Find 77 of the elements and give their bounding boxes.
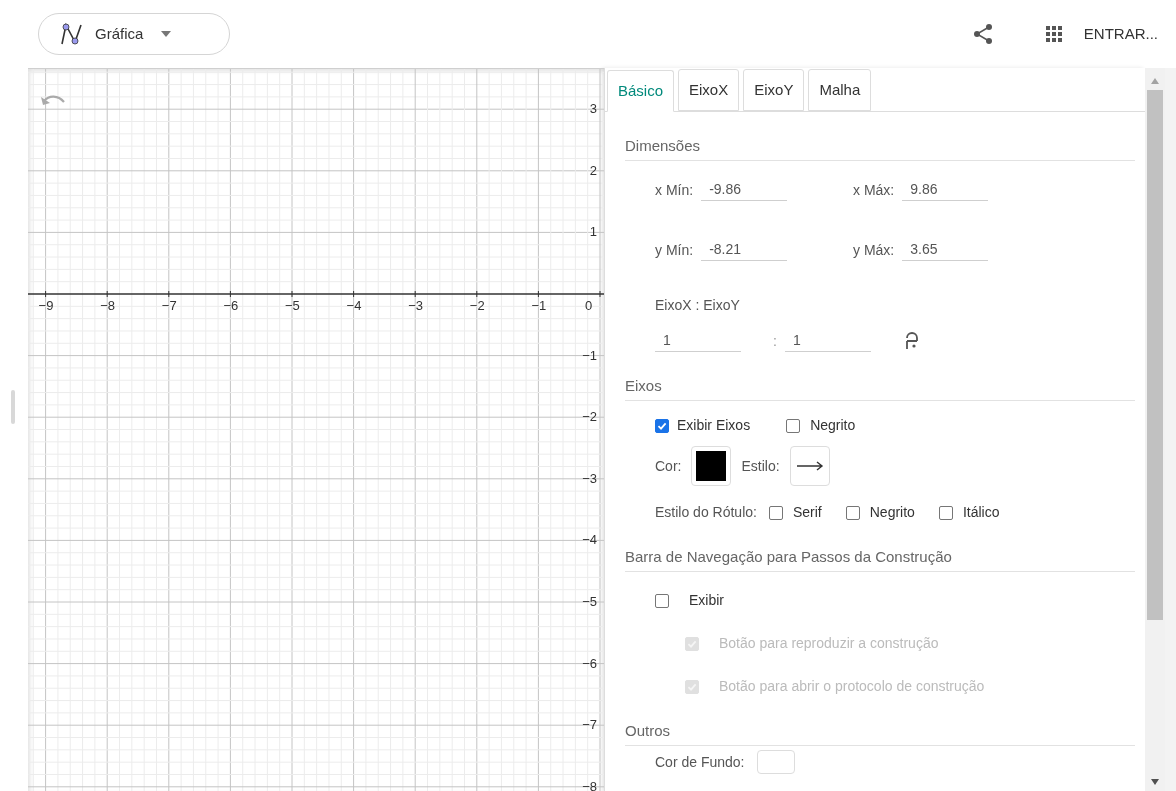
axis-label: −2: [582, 410, 597, 424]
section-title: Barra de Navegação para Passos da Construção: [625, 548, 952, 565]
checkmark-icon: [687, 681, 697, 692]
input-field[interactable]: 9.86: [902, 179, 989, 201]
checkbox-label: Botão para abrir o protocolo de construção: [719, 677, 985, 696]
axis-label: −9: [38, 299, 54, 312]
tab[interactable]: EixoX: [678, 69, 740, 111]
axis-label: −5: [582, 595, 597, 608]
checkmark-icon: [687, 638, 697, 649]
input-field[interactable]: -9.86: [701, 179, 788, 201]
caret-icon: [161, 31, 172, 37]
resize-handle[interactable]: [11, 389, 15, 424]
checkbox[interactable]: [768, 505, 783, 520]
checkbox-label: Exibir: [689, 591, 724, 610]
tab[interactable]: Malha: [808, 69, 872, 111]
checkbox[interactable]: [655, 418, 669, 433]
share-icon[interactable]: [971, 23, 994, 45]
input-field[interactable]: -8.21: [701, 239, 788, 261]
field-label: y Mín:: [655, 240, 694, 260]
undo-icon[interactable]: [40, 93, 66, 107]
field-label: y Máx:: [853, 240, 895, 260]
axis-label: 2: [589, 163, 597, 177]
checkbox-label: Botão para reproduzir a construção: [719, 634, 939, 653]
tab[interactable]: EixoY: [743, 69, 805, 111]
axis-label: −6: [223, 299, 239, 312]
checkbox-label: Serif: [792, 503, 822, 522]
field-label: Estilo:: [741, 456, 780, 476]
axis-label: −8: [582, 779, 597, 791]
axis-label: 0: [585, 299, 593, 312]
axis-label: −2: [469, 299, 485, 312]
input-field[interactable]: 1: [655, 330, 741, 352]
checkbox-label: Negrito: [810, 416, 856, 435]
field-label: Estilo do Rótulo:: [655, 503, 757, 522]
scrollbar[interactable]: [1145, 68, 1165, 791]
graphics-view[interactable]: −9 −8 −7 −6 −5 −4 −3 −2 −1 0 3 2 1 −1 −2 −3 −4 −5 −6 −7 −8: [28, 68, 604, 791]
scroll-down-icon[interactable]: [1151, 779, 1159, 785]
checkbox[interactable]: [845, 505, 860, 520]
axis-label: 1: [589, 225, 597, 239]
checkbox[interactable]: [786, 418, 801, 433]
axis-label: −4: [346, 299, 362, 312]
axis-label: −1: [531, 299, 547, 312]
axis-label: −1: [582, 348, 597, 362]
ratio-separator: :: [773, 331, 777, 351]
axis-label: −7: [161, 299, 177, 312]
sign-in-button[interactable]: ENTRAR...: [1083, 22, 1158, 46]
axis-label: −3: [582, 471, 597, 485]
axis-label: −8: [100, 299, 115, 312]
field-label: Cor:: [655, 456, 682, 476]
section-title: Dimensões: [625, 137, 701, 154]
axis-label: 3: [589, 102, 597, 116]
field-label: x Máx:: [853, 180, 895, 200]
field-label: Cor de Fundo:: [655, 752, 745, 772]
axis-label: −3: [408, 299, 423, 312]
axis-label: −5: [285, 299, 300, 312]
checkbox[interactable]: [655, 593, 669, 608]
checkbox[interactable]: [938, 505, 953, 520]
arrow-icon: [795, 461, 824, 471]
axis-label: −7: [582, 718, 597, 732]
checkbox-label: Exibir Eixos: [677, 416, 751, 435]
axis-label: −6: [582, 656, 597, 670]
checkbox-label: Itálico: [962, 503, 1000, 522]
section-title: Eixos: [625, 377, 662, 394]
lock-open-icon[interactable]: [904, 331, 921, 351]
field-label: x Mín:: [655, 180, 694, 200]
color-button[interactable]: [756, 750, 795, 774]
ratio-label: EixoX : EixoY: [655, 296, 740, 315]
axis-label: −4: [582, 533, 597, 547]
line-style-button[interactable]: [789, 446, 830, 486]
checkbox-label: Negrito: [869, 503, 915, 522]
input-field[interactable]: 1: [784, 330, 871, 352]
section-title: Outros: [625, 722, 670, 739]
input-field[interactable]: 3.65: [902, 239, 989, 261]
scrollbar-thumb[interactable]: [1147, 90, 1163, 620]
tab[interactable]: Básico: [607, 70, 675, 112]
checkmark-icon: [657, 420, 667, 431]
graph-icon: [59, 22, 85, 46]
apps-icon[interactable]: [1045, 26, 1062, 42]
